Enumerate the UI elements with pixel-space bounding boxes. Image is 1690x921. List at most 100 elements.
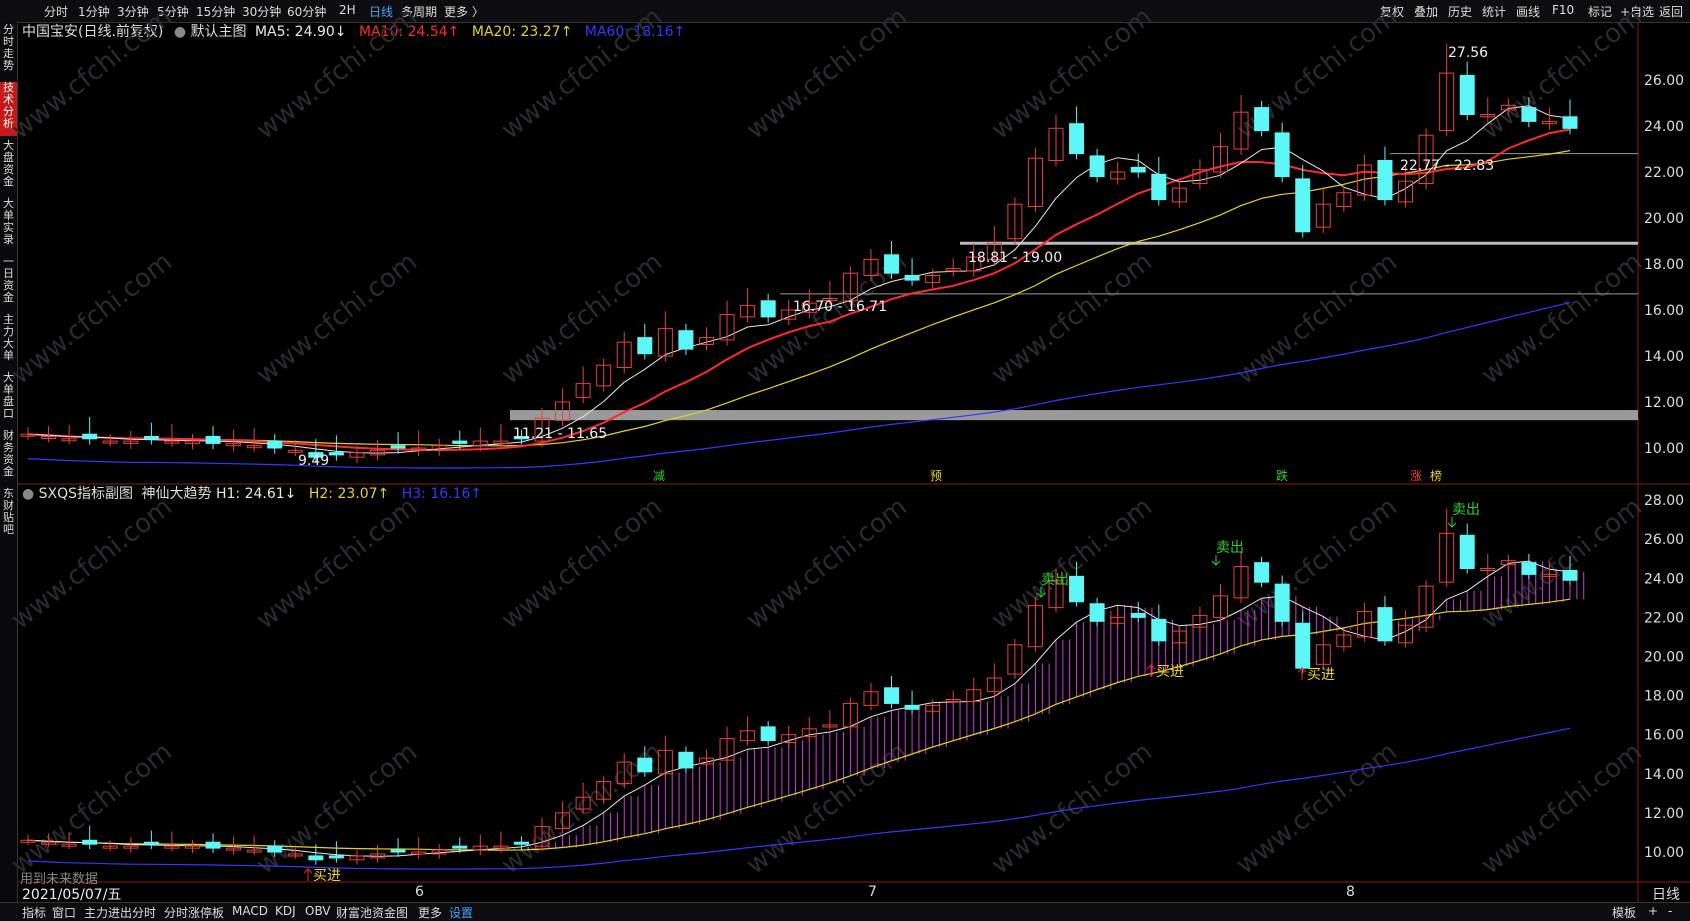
sub-ytick-label: 20.00 — [1644, 650, 1684, 666]
main-candle-body — [82, 433, 98, 440]
main-candle-body — [1459, 74, 1475, 115]
price-annotation: 18.81 - 19.00 — [968, 250, 1062, 266]
event-mark: 预 — [930, 469, 942, 483]
sub-candle-body — [143, 841, 159, 845]
main-candle-body — [637, 337, 653, 355]
bottom-tab-6[interactable]: OBV — [305, 904, 331, 918]
main-candle-body — [1377, 160, 1393, 201]
month-label-8: 8 — [1346, 884, 1355, 900]
sub-candle-body — [205, 841, 221, 849]
main-ytick-label: 26.00 — [1644, 73, 1684, 89]
main-candle-body — [1254, 107, 1270, 132]
price-annotation: 11.21 - 11.65 — [513, 426, 607, 442]
main-candle-body — [760, 300, 776, 318]
main-ytick-label: 12.00 — [1644, 395, 1684, 411]
sub-candle-body — [1130, 612, 1146, 618]
price-annotation: 9.49 — [298, 453, 329, 469]
sub-candle-body — [1254, 562, 1270, 583]
sub-candle-body — [760, 726, 776, 742]
sub-candle-body — [513, 841, 529, 845]
main-candle-body — [884, 254, 900, 274]
main-candle-body — [390, 445, 406, 449]
buy-signal: 买进 — [1307, 667, 1335, 683]
event-mark: 跌 — [1276, 468, 1288, 483]
bottom-tab-2[interactable]: 主力进出分时 — [84, 904, 156, 921]
bottom-tab-8[interactable]: 更多 — [418, 904, 442, 921]
bottom-tab-4[interactable]: MACD — [232, 904, 268, 918]
main-ytick-label: 24.00 — [1644, 119, 1684, 135]
price-annotation: 16.70 - 16.71 — [793, 299, 887, 315]
sell-signal: 卖出 — [1452, 502, 1480, 518]
sub-candle-body — [1562, 569, 1578, 581]
sub-candle-body — [390, 849, 406, 853]
main-candle-body — [205, 436, 221, 444]
event-mark: 减 — [653, 469, 665, 483]
sub-ytick-label: 16.00 — [1644, 728, 1684, 744]
watermark-text: www.cfchi.com — [251, 247, 423, 391]
watermark-text: www.cfchi.com — [6, 247, 178, 391]
sub-candle-body — [1089, 603, 1105, 622]
sub-ytick-label: 26.00 — [1644, 532, 1684, 548]
main-candle-body — [1295, 178, 1311, 233]
sub-ytick-label: 28.00 — [1644, 493, 1684, 509]
event-mark: 涨 — [1410, 468, 1422, 483]
watermark-text: www.cfchi.com — [986, 247, 1158, 391]
buy-signal: 买进 — [1156, 664, 1184, 680]
sub-candle-body — [308, 855, 324, 861]
bottom-tab-1[interactable]: 窗口 — [52, 904, 76, 921]
watermark-text: www.cfchi.com — [251, 2, 423, 146]
main-candle-body — [678, 330, 694, 350]
cursor-date-label: 2021/05/07/五 — [22, 884, 122, 904]
sub-candle-body — [884, 687, 900, 704]
watermark-text: www.cfchi.com — [1476, 737, 1648, 881]
watermark-text: www.cfchi.com — [741, 737, 913, 881]
price-annotation: 27.56 — [1448, 45, 1488, 61]
main-candle-body — [1130, 166, 1146, 173]
main-candle-body — [452, 440, 468, 444]
sub-ytick-label: 14.00 — [1644, 767, 1684, 783]
bottom-tab-5[interactable]: KDJ — [275, 904, 296, 918]
main-candle-body — [1069, 123, 1085, 155]
sub-candle-body — [1151, 618, 1167, 642]
kline-chart[interactable]: www.cfchi.com www.cfchi.com www.cfchi.com w… — [0, 0, 1690, 920]
support-band-11 — [510, 410, 1638, 421]
sub-candle-body — [1377, 607, 1393, 642]
buy-arrow-icon — [1146, 664, 1156, 677]
sub-ytick-label: 12.00 — [1644, 806, 1684, 822]
main-ytick-label: 10.00 — [1644, 441, 1684, 457]
watermark-text: www.cfchi.com — [1231, 737, 1403, 881]
watermark-text: www.cfchi.com — [496, 247, 668, 391]
sell-arrow-icon — [1211, 555, 1221, 566]
main-ytick-label: 14.00 — [1644, 349, 1684, 365]
main-candle-body — [1274, 132, 1290, 178]
bottom-tab-0[interactable]: 指标 — [22, 904, 46, 921]
period-label: 日线 — [1652, 887, 1680, 903]
bottom-toolbar: 指标 窗口 主力进出分时 分时涨停板 MACD KDJ OBV 财富池资金图 更多 设置 模板 + - — [0, 902, 1690, 921]
sub-candle-body — [1274, 583, 1290, 622]
bottom-tab-7[interactable]: 财富池资金图 — [336, 904, 408, 921]
watermark-text: www.cfchi.com — [251, 492, 423, 636]
sub-candle-body — [678, 751, 694, 769]
bottom-tab-3[interactable]: 分时涨停板 — [164, 904, 224, 921]
sub-ytick-label: 22.00 — [1644, 610, 1684, 626]
bottom-tab-9[interactable]: 设置 — [449, 904, 473, 921]
main-ytick-label: 16.00 — [1644, 303, 1684, 319]
month-label-7: 7 — [868, 884, 877, 900]
bottom-right-btn-1[interactable]: + — [1648, 904, 1658, 918]
watermark-text: www.cfchi.com — [496, 492, 668, 636]
price-annotation: 22.77 - 22.83 — [1400, 158, 1494, 174]
sell-arrow-icon — [1447, 517, 1457, 528]
main-candle-body — [328, 452, 344, 456]
bottom-right-btn-2[interactable]: - — [1668, 904, 1672, 918]
main-candle-body — [904, 275, 920, 281]
sell-signal: 卖出 — [1216, 540, 1244, 556]
watermark-text: www.cfchi.com — [1476, 2, 1648, 146]
main-ytick-label: 20.00 — [1644, 211, 1684, 227]
main-candle-body — [1089, 155, 1105, 178]
main-ytick-label: 18.00 — [1644, 257, 1684, 273]
sub-ytick-label: 18.00 — [1644, 689, 1684, 705]
sub-candle-body — [1521, 562, 1537, 575]
bottom-right-btn-0[interactable]: 模板 — [1612, 904, 1636, 921]
sub-candle-body — [267, 845, 283, 853]
buy-signal: 买进 — [313, 868, 341, 884]
